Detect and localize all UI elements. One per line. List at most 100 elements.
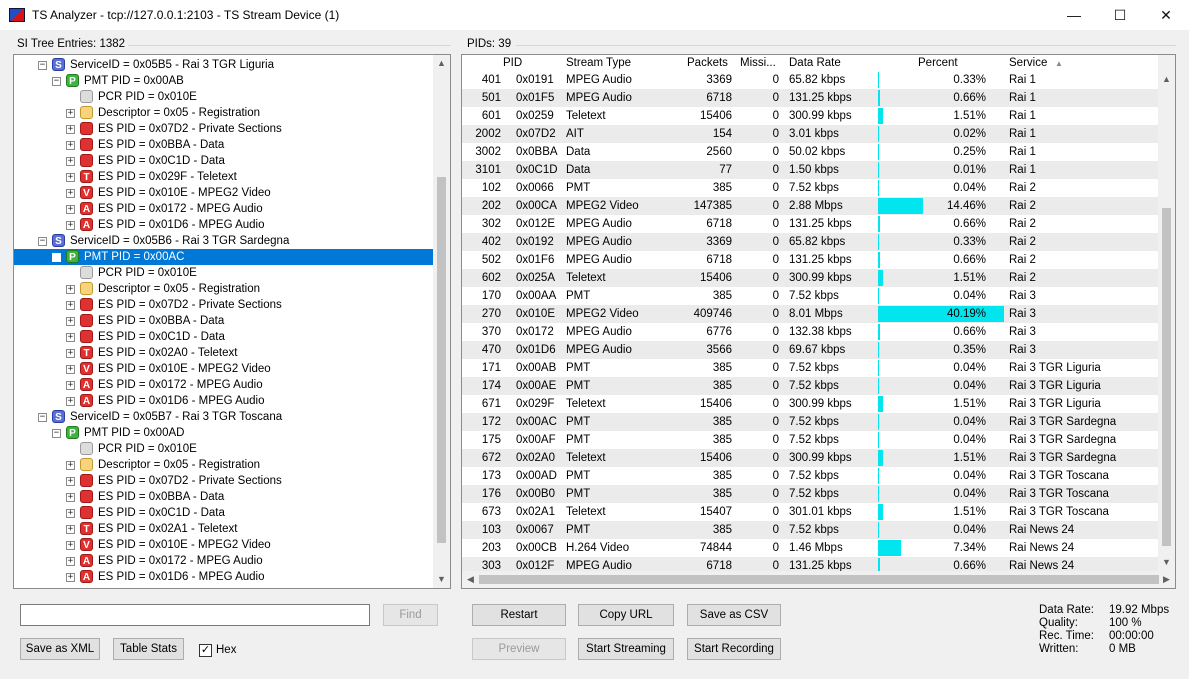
tree-node[interactable]: + A ES PID = 0x0172 - MPEG Audio xyxy=(14,553,434,569)
expand-icon[interactable]: + xyxy=(66,157,75,166)
tree-node[interactable]: + Descriptor = 0x05 - Registration xyxy=(14,457,434,473)
collapse-icon[interactable]: − xyxy=(38,413,47,422)
hex-checkbox-wrapper[interactable]: ✓ Hex xyxy=(199,642,236,658)
expand-icon[interactable]: + xyxy=(66,477,75,486)
scroll-thumb[interactable] xyxy=(479,575,1159,584)
table-row[interactable]: 402 0x0192 MPEG Audio 3369 0 65.82 kbps 0.33% R… xyxy=(462,233,1162,251)
tree-node[interactable]: + ES PID = 0x0BBA - Data xyxy=(14,137,434,153)
close-button[interactable]: ✕ xyxy=(1143,0,1189,30)
tree-node[interactable]: − P PMT PID = 0x00AB xyxy=(14,73,434,89)
expand-icon[interactable]: + xyxy=(66,317,75,326)
table-row[interactable]: 671 0x029F Teletext 15406 0 300.99 kbps 1.51% R… xyxy=(462,395,1162,413)
column-pid[interactable]: PID xyxy=(503,57,522,69)
find-input[interactable] xyxy=(20,604,370,626)
expand-icon[interactable]: + xyxy=(66,381,75,390)
tree-node[interactable]: + T ES PID = 0x029F - Teletext xyxy=(14,169,434,185)
tree-node[interactable]: + ES PID = 0x0C1D - Data xyxy=(14,505,434,521)
table-row[interactable]: 270 0x010E MPEG2 Video 409746 0 8.01 Mbps 40.1… xyxy=(462,305,1162,323)
scroll-down-icon[interactable]: ▼ xyxy=(1158,554,1175,571)
tree-node[interactable]: − S ServiceID = 0x05B5 - Rai 3 TGR Liguria xyxy=(14,57,434,73)
expand-icon[interactable]: + xyxy=(66,525,75,534)
table-row[interactable]: 673 0x02A1 Teletext 15407 0 301.01 kbps 1.51% R… xyxy=(462,503,1162,521)
scroll-down-icon[interactable]: ▼ xyxy=(433,571,450,588)
scroll-up-icon[interactable]: ▲ xyxy=(433,55,450,72)
tree-node[interactable]: PCR PID = 0x010E xyxy=(14,89,434,105)
collapse-icon[interactable]: − xyxy=(52,77,61,86)
table-row[interactable]: 401 0x0191 MPEG Audio 3369 0 65.82 kbps 0.33% R… xyxy=(462,71,1162,89)
scroll-thumb[interactable] xyxy=(437,177,446,543)
expand-icon[interactable]: + xyxy=(66,349,75,358)
expand-icon[interactable]: + xyxy=(66,461,75,470)
collapse-icon[interactable]: − xyxy=(52,253,61,262)
save-as-xml-button[interactable]: Save as XML xyxy=(20,638,100,660)
tree-node[interactable]: + A ES PID = 0x0172 - MPEG Audio xyxy=(14,377,434,393)
tree-node[interactable]: + ES PID = 0x07D2 - Private Sections xyxy=(14,473,434,489)
table-stats-button[interactable]: Table Stats xyxy=(113,638,184,660)
tree-node[interactable]: + Descriptor = 0x05 - Registration xyxy=(14,281,434,297)
collapse-icon[interactable]: − xyxy=(38,61,47,70)
table-row[interactable]: 173 0x00AD PMT 385 0 7.52 kbps 0.04% Rai 3 TGR … xyxy=(462,467,1162,485)
scroll-right-icon[interactable]: ▶ xyxy=(1158,571,1175,588)
expand-icon[interactable]: + xyxy=(66,509,75,518)
expand-icon[interactable]: + xyxy=(66,141,75,150)
table-vertical-scrollbar[interactable]: ▲ ▼ xyxy=(1158,55,1175,571)
collapse-icon[interactable]: − xyxy=(52,429,61,438)
expand-icon[interactable]: + xyxy=(66,125,75,134)
table-horizontal-scrollbar[interactable]: ◀ ▶ xyxy=(462,571,1175,588)
minimize-button[interactable]: — xyxy=(1051,0,1097,30)
si-tree[interactable]: − S ServiceID = 0x05B5 - Rai 3 TGR Liguria… xyxy=(13,54,451,589)
table-row[interactable]: 672 0x02A0 Teletext 15406 0 300.99 kbps 1.51% R… xyxy=(462,449,1162,467)
expand-icon[interactable]: + xyxy=(66,573,75,582)
tree-node[interactable]: + ES PID = 0x0C1D - Data xyxy=(14,153,434,169)
column-service[interactable]: Service xyxy=(1009,57,1047,69)
table-row[interactable]: 2002 0x07D2 AIT 154 0 3.01 kbps 0.02% Rai 1 xyxy=(462,125,1162,143)
start-recording-button[interactable]: Start Recording xyxy=(687,638,781,660)
expand-icon[interactable]: + xyxy=(66,333,75,342)
maximize-button[interactable]: ☐ xyxy=(1097,0,1143,30)
column-missing[interactable]: Missi... xyxy=(740,57,776,69)
tree-node[interactable]: + A ES PID = 0x01D6 - MPEG Audio xyxy=(14,569,434,585)
table-row[interactable]: 501 0x01F5 MPEG Audio 6718 0 131.25 kbps 0.66%… xyxy=(462,89,1162,107)
table-row[interactable]: 175 0x00AF PMT 385 0 7.52 kbps 0.04% Rai 3 TGR … xyxy=(462,431,1162,449)
tree-node[interactable]: − P PMT PID = 0x00AD xyxy=(14,425,434,441)
expand-icon[interactable]: + xyxy=(66,189,75,198)
copy-url-button[interactable]: Copy URL xyxy=(578,604,674,626)
expand-icon[interactable]: + xyxy=(66,301,75,310)
column-packets[interactable]: Packets xyxy=(687,57,728,69)
expand-icon[interactable]: + xyxy=(66,173,75,182)
expand-icon[interactable]: + xyxy=(66,557,75,566)
table-row[interactable]: 103 0x0067 PMT 385 0 7.52 kbps 0.04% Rai News 2… xyxy=(462,521,1162,539)
expand-icon[interactable]: + xyxy=(66,285,75,294)
table-row[interactable]: 470 0x01D6 MPEG Audio 3566 0 69.67 kbps 0.35% R… xyxy=(462,341,1162,359)
tree-node[interactable]: + V ES PID = 0x010E - MPEG2 Video xyxy=(14,185,434,201)
expand-icon[interactable]: + xyxy=(66,493,75,502)
tree-node[interactable]: − S ServiceID = 0x05B7 - Rai 3 TGR Toscana xyxy=(14,409,434,425)
tree-node[interactable]: − P PMT PID = 0x00AC xyxy=(14,249,434,265)
start-streaming-button[interactable]: Start Streaming xyxy=(578,638,674,660)
restart-button[interactable]: Restart xyxy=(472,604,566,626)
si-tree-scrollbar[interactable]: ▲ ▼ xyxy=(433,55,450,588)
table-row[interactable]: 370 0x0172 MPEG Audio 6776 0 132.38 kbps 0.66%… xyxy=(462,323,1162,341)
tree-node[interactable]: + ES PID = 0x07D2 - Private Sections xyxy=(14,121,434,137)
column-data-rate[interactable]: Data Rate xyxy=(789,57,841,69)
column-percent[interactable]: Percent xyxy=(918,57,958,69)
tree-node[interactable]: + A ES PID = 0x01D6 - MPEG Audio xyxy=(14,217,434,233)
tree-node[interactable]: + Descriptor = 0x05 - Registration xyxy=(14,105,434,121)
expand-icon[interactable]: + xyxy=(66,205,75,214)
table-row[interactable]: 171 0x00AB PMT 385 0 7.52 kbps 0.04% Rai 3 TGR … xyxy=(462,359,1162,377)
tree-node[interactable]: + A ES PID = 0x0172 - MPEG Audio xyxy=(14,201,434,217)
table-row[interactable]: 170 0x00AA PMT 385 0 7.52 kbps 0.04% Rai 3 xyxy=(462,287,1162,305)
expand-icon[interactable]: + xyxy=(66,109,75,118)
tree-node[interactable]: + ES PID = 0x07D2 - Private Sections xyxy=(14,297,434,313)
tree-node[interactable]: + V ES PID = 0x010E - MPEG2 Video xyxy=(14,361,434,377)
table-row[interactable]: 3002 0x0BBA Data 2560 0 50.02 kbps 0.25% Rai 1 xyxy=(462,143,1162,161)
preview-button[interactable]: Preview xyxy=(472,638,566,660)
table-row[interactable]: 203 0x00CB H.264 Video 74844 0 1.46 Mbps 7.34%… xyxy=(462,539,1162,557)
scroll-left-icon[interactable]: ◀ xyxy=(462,571,479,588)
table-row[interactable]: 102 0x0066 PMT 385 0 7.52 kbps 0.04% Rai 2 xyxy=(462,179,1162,197)
table-row[interactable]: 601 0x0259 Teletext 15406 0 300.99 kbps 1.51% R… xyxy=(462,107,1162,125)
pid-table[interactable]: PID Stream Type Packets Missi... Data Ra… xyxy=(461,54,1176,589)
expand-icon[interactable]: + xyxy=(66,365,75,374)
table-row[interactable]: 176 0x00B0 PMT 385 0 7.52 kbps 0.04% Rai 3 TGR … xyxy=(462,485,1162,503)
save-as-csv-button[interactable]: Save as CSV xyxy=(687,604,781,626)
